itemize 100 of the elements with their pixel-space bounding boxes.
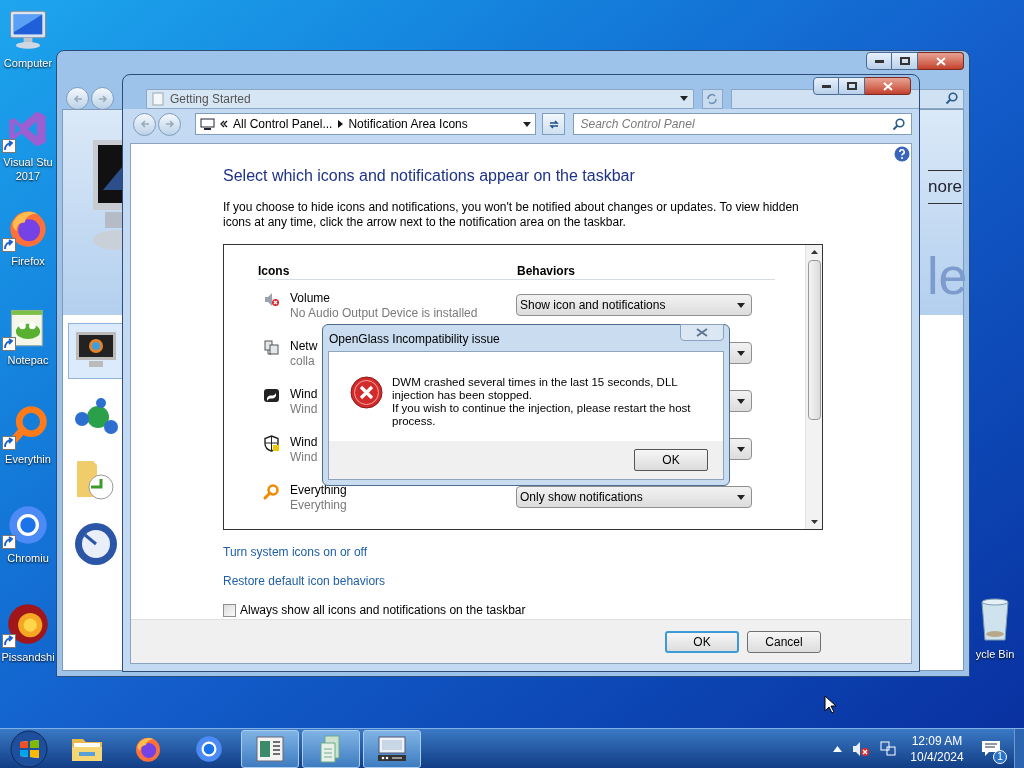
muted-speaker-icon xyxy=(263,291,280,308)
close-icon xyxy=(882,81,893,91)
dialog-title: OpenGlass Incompatibility issue xyxy=(328,331,500,348)
page-icon xyxy=(152,91,164,106)
caret-icon xyxy=(737,350,745,356)
description: If you choose to hide icons and notifications, you won't be notified about changes or updates. To view hidden icons at any time, click the arrow next to the notification area on the taskbar. xyxy=(223,200,800,230)
double-chevron-icon xyxy=(220,120,228,128)
ok-button[interactable]: OK xyxy=(634,449,708,471)
show-hidden-icons-button[interactable] xyxy=(833,745,842,752)
flag-icon xyxy=(263,387,280,404)
icon-name: Wind xyxy=(290,387,318,402)
behavior-dropdown[interactable]: Show icon and notifications xyxy=(516,294,752,316)
close-icon xyxy=(935,56,946,66)
desktop-icon-label[interactable]: Firefox xyxy=(11,254,45,268)
link[interactable]: Turn system icons on or off xyxy=(223,543,368,561)
help-icon[interactable] xyxy=(894,146,910,162)
minimize-icon xyxy=(821,84,831,88)
desktop-icon-label[interactable]: Chromiu xyxy=(7,551,49,565)
search-icon xyxy=(892,117,905,131)
mouse-pointer-icon xyxy=(824,695,836,714)
computer-icon xyxy=(200,117,215,131)
icon-description: Wind xyxy=(290,450,318,465)
show-desktop-button[interactable] xyxy=(1014,728,1024,768)
forward-button[interactable] xyxy=(91,87,114,110)
refresh-button[interactable] xyxy=(541,113,566,135)
magnifier-icon xyxy=(263,483,280,500)
icon-description: Wind xyxy=(290,402,318,417)
maximize-icon xyxy=(846,82,857,90)
right-arrow-icon xyxy=(97,94,108,103)
device-icon xyxy=(376,733,408,764)
chevron-icon xyxy=(337,120,344,128)
maximize-button[interactable] xyxy=(839,77,865,95)
icon-description: No Audio Output Device is installed xyxy=(290,306,478,321)
heading-fragment: nore xyxy=(928,170,963,204)
ring-logo-icon xyxy=(6,602,50,646)
selected-item[interactable] xyxy=(68,323,124,379)
close-button[interactable] xyxy=(865,77,911,95)
checkbox[interactable] xyxy=(223,603,236,617)
address-bar[interactable]: Getting Started xyxy=(146,88,694,109)
trash-bin-icon[interactable] xyxy=(979,598,1011,642)
desktop-icon-label[interactable]: Everythin xyxy=(5,452,51,466)
error-message: DWM crashed several times in the last 15 seconds, DLL injection has been stopped. xyxy=(392,376,679,402)
network-icon[interactable] xyxy=(880,740,896,757)
caret-icon xyxy=(737,398,745,404)
dial-icon xyxy=(73,521,119,567)
left-arrow-icon xyxy=(72,94,83,103)
link[interactable]: Restore default icon behaviors xyxy=(223,572,386,590)
column-header: Behaviors xyxy=(517,263,576,279)
breadcrumb[interactable]: Notification Area Icons xyxy=(348,115,468,133)
desktop-icon-label[interactable]: Pissandshi xyxy=(1,650,55,664)
shield-icon xyxy=(263,435,280,452)
search-field[interactable]: Search Control Panel xyxy=(573,113,912,135)
maximize-button[interactable] xyxy=(892,52,918,70)
desktop-icon-label[interactable]: Notepac xyxy=(7,353,49,367)
action-center-icon[interactable] xyxy=(981,739,1001,758)
behavior-dropdown[interactable]: Only show notifications xyxy=(516,486,752,508)
minimize-button[interactable] xyxy=(866,52,892,70)
dialog-button[interactable]: Cancel xyxy=(747,630,821,653)
column-header: Icons xyxy=(258,263,291,279)
desktop-icon-label[interactable]: ycle Bin xyxy=(975,646,1015,663)
start-button[interactable] xyxy=(10,729,48,768)
left-arrow-icon xyxy=(139,120,150,128)
ring-logo-icon xyxy=(6,503,50,547)
network-icon xyxy=(263,339,280,356)
heading-fragment: le xyxy=(927,250,968,302)
page-heading: Select which icons and notifications appear on the taskbar xyxy=(223,166,636,186)
caret-icon xyxy=(737,302,745,308)
close-button[interactable] xyxy=(918,52,964,70)
caret-icon xyxy=(737,446,745,452)
search-icon xyxy=(945,92,958,105)
icon-name: Netw xyxy=(290,339,318,354)
checkbox-label: Always show all icons and notifications on the taskbar xyxy=(240,602,526,619)
dropdown-caret-icon xyxy=(679,96,688,101)
icon-name: Volume xyxy=(290,291,332,306)
icon-name: Everything xyxy=(290,483,347,498)
right-arrow-icon xyxy=(164,120,175,128)
icon-description: Everything xyxy=(290,498,347,513)
clock[interactable]: 12:09 AM 10/4/2024 xyxy=(906,732,968,765)
back-button[interactable] xyxy=(66,87,89,110)
icon-description: colla xyxy=(290,354,316,369)
address-bar[interactable]: All Control Panel... Notification Area Icons xyxy=(195,113,536,135)
scroll-up-icon xyxy=(810,250,818,254)
refresh-icon xyxy=(547,118,560,130)
muted-speaker-icon[interactable] xyxy=(852,740,870,757)
dialog-button[interactable]: OK xyxy=(665,630,739,653)
dropdown-caret-icon xyxy=(522,121,531,127)
error-icon xyxy=(350,376,383,409)
minimize-icon xyxy=(874,59,884,63)
taskbar-button[interactable] xyxy=(363,729,421,768)
icon-name: Wind xyxy=(290,435,318,450)
caret-icon xyxy=(737,494,745,500)
breadcrumb[interactable]: All Control Panel... xyxy=(233,115,333,133)
scrollbar[interactable] xyxy=(805,245,822,529)
notification-badge: 1 xyxy=(993,749,1007,764)
scroll-down-icon xyxy=(810,520,818,524)
error-message: If you wish to continue the injection, please restart the host process. xyxy=(392,402,692,428)
close-icon xyxy=(696,328,708,337)
window-panel-icon xyxy=(255,734,285,763)
maximize-icon xyxy=(899,57,910,65)
minimize-button[interactable] xyxy=(813,77,839,95)
